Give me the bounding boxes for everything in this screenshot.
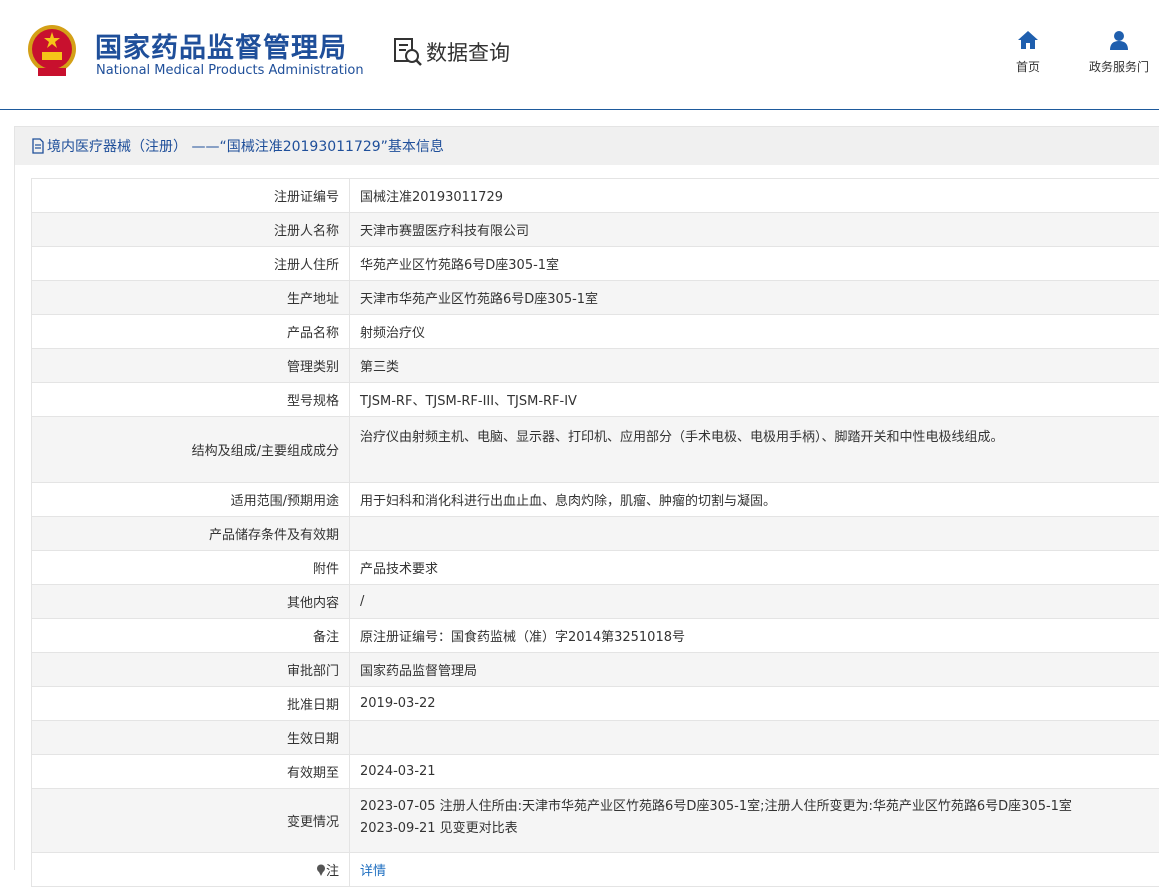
registration-info-table: 注册证编号国械注准20193011729 注册人名称天津市赛盟医疗科技有限公司 …	[31, 178, 1159, 887]
row-label: 型号规格	[32, 383, 350, 417]
site-title-cn: 国家药品监督管理局	[95, 26, 347, 65]
pin-icon	[316, 864, 326, 876]
row-value: 华苑产业区竹苑路6号D座305-1室	[350, 247, 1159, 281]
row-label: 适用范围/预期用途	[32, 483, 350, 517]
table-row: 其他内容/	[32, 585, 1159, 619]
row-value: 原注册证编号：国食药监械（准）字2014第3251018号	[350, 619, 1159, 653]
row-value	[350, 721, 1159, 755]
change-entry: 2023-09-21 见变更对比表	[360, 818, 1150, 840]
data-query-label: 数据查询	[426, 37, 510, 67]
row-label: 注册证编号	[32, 179, 350, 213]
table-row: 生产地址天津市华苑产业区竹苑路6号D座305-1室	[32, 281, 1159, 315]
row-value: 国家药品监督管理局	[350, 653, 1159, 687]
nav-home-label: 首页	[1016, 60, 1040, 74]
row-label: 注册人住所	[32, 247, 350, 281]
table-row: 批准日期2019-03-22	[32, 687, 1159, 721]
table-row: 备注原注册证编号：国食药监械（准）字2014第3251018号	[32, 619, 1159, 653]
table-row: 结构及组成/主要组成成分治疗仪由射频主机、电脑、显示器、打印机、应用部分（手术电…	[32, 417, 1159, 483]
row-label: 有效期至	[32, 755, 350, 789]
nav-government-services[interactable]: 政务服务门	[1089, 30, 1149, 75]
table-row: 有效期至2024-03-21	[32, 755, 1159, 789]
row-value: 产品技术要求	[350, 551, 1159, 585]
site-header: 国家药品监督管理局 National Medical Products Admi…	[0, 0, 1159, 110]
change-history: 2023-07-05 注册人住所由:天津市华苑产业区竹苑路6号D座305-1室;…	[350, 789, 1159, 853]
table-row: 注册人名称天津市赛盟医疗科技有限公司	[32, 213, 1159, 247]
data-query-heading: 数据查询	[392, 36, 510, 68]
row-value	[350, 517, 1159, 551]
row-label: 生产地址	[32, 281, 350, 315]
row-label: 结构及组成/主要组成成分	[32, 417, 350, 483]
row-label: 产品储存条件及有效期	[32, 517, 350, 551]
row-label: 生效日期	[32, 721, 350, 755]
row-label-note: 注	[32, 853, 350, 887]
row-label: 批准日期	[32, 687, 350, 721]
detail-panel: 境内医疗器械（注册） ——“国械注准20193011729”基本信息 注册证编号…	[14, 126, 1159, 870]
row-value: 2019-03-22	[350, 687, 1159, 721]
row-value: 射频治疗仪	[350, 315, 1159, 349]
row-label: 注册人名称	[32, 213, 350, 247]
details-link[interactable]: 详情	[360, 864, 386, 879]
change-entry: 2023-07-05 注册人住所由:天津市华苑产业区竹苑路6号D座305-1室;…	[360, 796, 1150, 818]
table-row: 适用范围/预期用途用于妇科和消化科进行出血止血、息肉灼除，肌瘤、肿瘤的切割与凝固…	[32, 483, 1159, 517]
row-label: 变更情况	[32, 789, 350, 853]
table-row: 注册证编号国械注准20193011729	[32, 179, 1159, 213]
document-search-icon	[392, 36, 424, 68]
table-row: 产品储存条件及有效期	[32, 517, 1159, 551]
row-value: 2024-03-21	[350, 755, 1159, 789]
table-row: 注 详情	[32, 853, 1159, 887]
table-row: 审批部门国家药品监督管理局	[32, 653, 1159, 687]
site-title-en: National Medical Products Administration	[96, 63, 364, 78]
row-value: 第三类	[350, 349, 1159, 383]
home-icon	[1017, 30, 1039, 50]
user-icon	[1108, 30, 1130, 50]
table-row: 型号规格TJSM-RF、TJSM-RF-III、TJSM-RF-IV	[32, 383, 1159, 417]
row-value: 用于妇科和消化科进行出血止血、息肉灼除，肌瘤、肿瘤的切割与凝固。	[350, 483, 1159, 517]
table-row: 附件产品技术要求	[32, 551, 1159, 585]
national-emblem-icon	[26, 22, 78, 78]
detail-title: 境内医疗器械（注册） ——“国械注准20193011729”基本信息	[47, 136, 444, 156]
row-label: 审批部门	[32, 653, 350, 687]
row-value: /	[350, 585, 1159, 619]
table-row: 生效日期	[32, 721, 1159, 755]
note-label: 注	[326, 864, 339, 879]
row-label: 其他内容	[32, 585, 350, 619]
row-value: TJSM-RF、TJSM-RF-III、TJSM-RF-IV	[350, 383, 1159, 417]
row-label: 附件	[32, 551, 350, 585]
row-value: 天津市赛盟医疗科技有限公司	[350, 213, 1159, 247]
row-label: 管理类别	[32, 349, 350, 383]
nav-government-services-label: 政务服务门	[1089, 60, 1149, 74]
table-row: 管理类别第三类	[32, 349, 1159, 383]
document-icon	[31, 138, 45, 154]
nav-home[interactable]: 首页	[1016, 30, 1040, 75]
table-row: 产品名称射频治疗仪	[32, 315, 1159, 349]
row-value: 治疗仪由射频主机、电脑、显示器、打印机、应用部分（手术电极、电极用手柄）、脚踏开…	[350, 417, 1159, 483]
row-value: 天津市华苑产业区竹苑路6号D座305-1室	[350, 281, 1159, 315]
row-label: 备注	[32, 619, 350, 653]
row-value: 详情	[350, 853, 1159, 887]
table-row: 变更情况 2023-07-05 注册人住所由:天津市华苑产业区竹苑路6号D座30…	[32, 789, 1159, 853]
table-row: 注册人住所华苑产业区竹苑路6号D座305-1室	[32, 247, 1159, 281]
detail-title-bar: 境内医疗器械（注册） ——“国械注准20193011729”基本信息	[15, 127, 1159, 165]
row-value: 国械注准20193011729	[350, 179, 1159, 213]
row-label: 产品名称	[32, 315, 350, 349]
